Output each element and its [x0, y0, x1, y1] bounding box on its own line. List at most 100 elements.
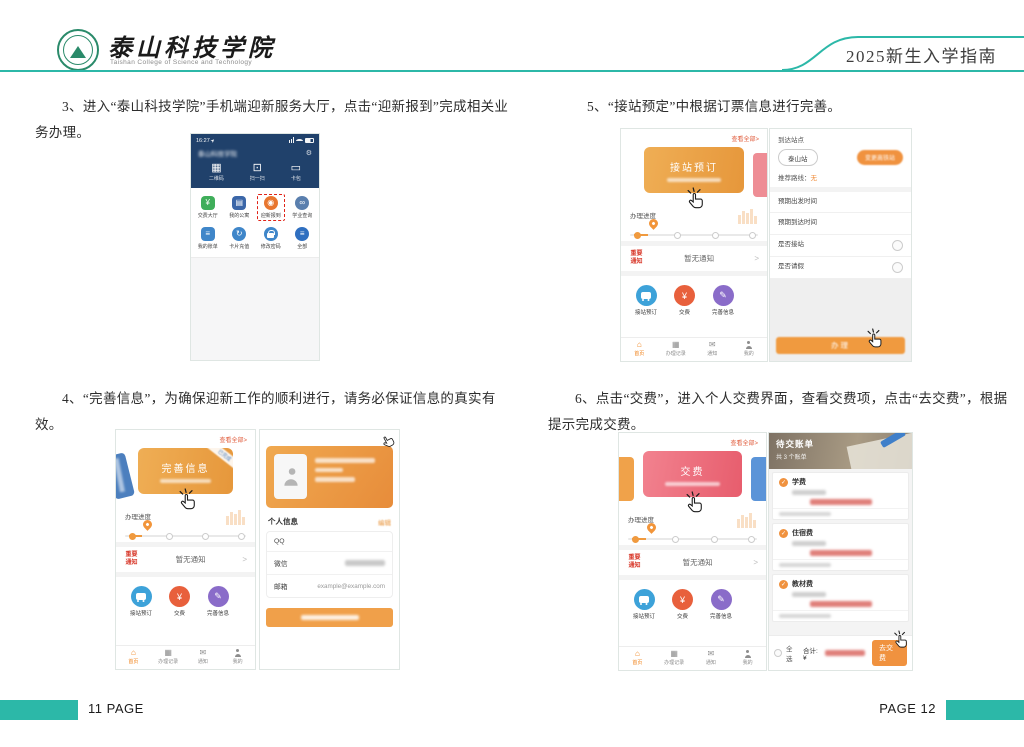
tab-records: ▦办理记录 [151, 649, 186, 665]
chevron-right-icon: > [753, 558, 758, 567]
home-icon: ⌂ [635, 650, 640, 658]
card-subtitle-blurred [667, 178, 722, 182]
guide-title: 2025新生入学指南 [846, 42, 997, 67]
link-icon: ∞ [295, 196, 309, 210]
view-all-link: 查看全部> [116, 430, 255, 446]
card-subtitle-blurred [665, 482, 720, 486]
tab-home: ⌂首页 [619, 650, 656, 666]
checkin-icon: ◉ [264, 196, 278, 210]
recharge-icon: ↻ [232, 227, 246, 241]
next-card-sliver [753, 153, 768, 197]
service-shortcuts: 接站预订 ¥交费 ✎完善信息 [621, 276, 767, 320]
qq-row: QQ [267, 532, 392, 552]
person-icon [746, 341, 752, 349]
footer-accent-right [946, 700, 1024, 720]
progress-dot [129, 533, 136, 540]
screenshot-bills: 待交账单 共 3 个账单 ✓学费 ✓住宿费 ✓教材费 全选 合计: ¥ 去交费 [768, 432, 913, 671]
tab-me: 我的 [729, 650, 766, 666]
progress-dot [711, 536, 718, 543]
qrcode-icon: ▦ [211, 163, 221, 174]
seal-inner-ring [63, 35, 93, 65]
blurred-bill-deadline [779, 563, 831, 567]
bus-icon [636, 285, 657, 306]
view-all-link: 查看全部> [621, 129, 767, 145]
depart-time-row: 预期出发时间 [770, 192, 911, 213]
progress-dot [674, 232, 681, 239]
tab-bar: ⌂首页 ▦办理记录 ✉通知 我的 [619, 646, 766, 670]
app-all: ≡全部 [287, 223, 319, 254]
total-label: 合计: ¥ [803, 645, 865, 662]
status-time: 16:27 ➤ [196, 138, 216, 144]
submit-button: 办理 [776, 337, 905, 354]
page-number-left: 11 PAGE [88, 701, 144, 716]
pencil-icon: ✎ [208, 586, 229, 607]
checked-icon: ✓ [779, 478, 788, 487]
menu-icon: ≡ [295, 227, 309, 241]
tab-notifications: ✉通知 [186, 649, 221, 665]
change-station-button: 变更高铁站 [857, 150, 903, 165]
app-change-password: 修改密码 [255, 223, 287, 254]
progress-dot [749, 232, 756, 239]
tab-bar: ⌂首页 ▦办理记录 ✉通知 我的 [116, 645, 255, 669]
tab-records: ▦办理记录 [656, 650, 693, 666]
blurred-bill-amount [810, 499, 872, 506]
arrive-time-row: 预期到达时间 [770, 213, 911, 234]
bill-item-textbook: ✓教材费 [772, 574, 909, 622]
screenshot-portal: 16:27 ➤ 泰山科技学院 ⚙ ▦二维码 ⊡扫一扫 ▭卡包 ¥交费大厅 ▤我的… [190, 133, 320, 361]
chevron-right-icon: > [754, 254, 759, 263]
app-academic-query: ∞学业查询 [287, 192, 319, 223]
step6-caption: 6、点击“交费”，进入个人交费界面，查看交费项，点击“去交费”，根据提示完成交费… [548, 386, 1011, 439]
bills-footer-bar: 全选 合计: ¥ 去交费 [769, 635, 912, 670]
step5-caption: 5、“接站预定”中根据订票信息进行完善。 [560, 94, 1010, 120]
screenshot-home-step4: 查看全部> 完善信息 已完成 办理进度 重要通知 暂无通知 > 接站预订 ¥交费… [115, 429, 256, 670]
yen-icon: ¥ [201, 196, 215, 210]
select-all-radio [774, 649, 782, 657]
blurred-bill-deadline [779, 512, 831, 516]
bill-item-dorm: ✓住宿费 [772, 523, 909, 571]
notice-empty-text: 暂无通知 [145, 554, 236, 565]
tab-me: 我的 [731, 341, 768, 357]
page-number-right: PAGE 12 [879, 701, 936, 716]
edit-link: 编辑 [378, 517, 391, 527]
location-arrow-icon: ➤ [210, 137, 217, 144]
status-right [289, 137, 315, 145]
red-dashed-highlight: ◉迎新报到 [257, 194, 285, 221]
person-icon [745, 650, 751, 658]
notice-row: 重要通知 暂无通知 > [619, 550, 766, 575]
bill-icon: ≡ [201, 227, 215, 241]
card-title: 完善信息 [161, 460, 209, 475]
quick-scan: ⊡扫一扫 [250, 163, 265, 182]
progress-dot [166, 533, 173, 540]
service-pay: ¥交费 [672, 589, 693, 620]
pay-icon: ¥ [674, 285, 695, 306]
bills-header: 待交账单 共 3 个账单 [769, 433, 912, 469]
progress-dot [238, 533, 245, 540]
mountain-icon [70, 46, 86, 58]
select-all-label: 全选 [786, 643, 799, 663]
service-complete-info: ✎完善信息 [207, 586, 229, 617]
important-notice-tag: 重要通知 [124, 552, 139, 567]
blurred-bill-subtitle [792, 490, 826, 495]
service-complete-info: ✎完善信息 [710, 589, 732, 620]
route-row: 推荐路线：无 [778, 172, 903, 182]
blurred-total-amount [825, 650, 865, 656]
notice-empty-text: 暂无通知 [650, 253, 748, 264]
portal-header: 16:27 ➤ 泰山科技学院 ⚙ ▦二维码 ⊡扫一扫 ▭卡包 [191, 134, 319, 188]
screenshot-home-step6: 查看全部> 交费 办理进度 重要通知 暂无通知 > 接站预订 ¥交费 ✎完善信息… [618, 432, 767, 671]
chevron-right-icon: > [242, 555, 247, 564]
card-subtitle-blurred [160, 479, 212, 483]
battery-icon [305, 138, 314, 143]
grid-icon: ▦ [164, 649, 172, 657]
tab-home: ⌂首页 [621, 341, 658, 357]
pickup-toggle-row: 是否接站 [770, 235, 911, 257]
screenshot-home-step5: 查看全部> 接站预订 办理进度 重要通知 暂无通知 > 接站预订 ¥交费 ✎完善… [620, 128, 768, 362]
building-silhouette [226, 510, 245, 525]
feature-carousel: 接站预订 [621, 145, 767, 203]
portal-empty-area [191, 257, 319, 360]
service-pickup: 接站预订 [635, 285, 657, 316]
bill-item-tuition: ✓学费 [772, 472, 909, 520]
blurred-bill-amount [810, 601, 872, 608]
prev-card-sliver [618, 457, 634, 501]
progress-dot [712, 232, 719, 239]
feature-carousel: 交费 [619, 449, 766, 507]
